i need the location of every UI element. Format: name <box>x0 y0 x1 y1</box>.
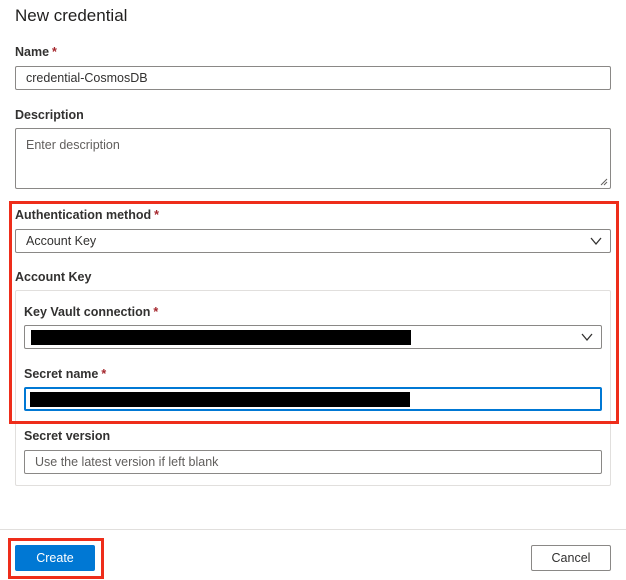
required-marker: * <box>52 45 57 59</box>
name-input-value: credential-CosmosDB <box>26 71 148 85</box>
highlight-box <box>9 201 619 424</box>
description-placeholder: Enter description <box>26 138 120 152</box>
footer-divider <box>0 529 626 530</box>
page-title: New credential <box>15 6 128 25</box>
resize-grip-icon[interactable] <box>600 178 608 186</box>
description-textarea[interactable]: Enter description <box>15 128 611 189</box>
secret-version-placeholder: Use the latest version if left blank <box>35 455 219 469</box>
secret-version-label: Secret version <box>24 429 111 443</box>
name-label-text: Name <box>15 45 50 59</box>
name-label: Name * <box>15 45 57 59</box>
new-credential-panel: New credential Name * credential-CosmosDB… <box>0 0 626 580</box>
cancel-button[interactable]: Cancel <box>531 545 611 571</box>
name-input[interactable]: credential-CosmosDB <box>15 66 611 90</box>
secret-version-input[interactable]: Use the latest version if left blank <box>24 450 602 474</box>
highlight-box <box>8 538 104 579</box>
description-label: Description <box>15 108 84 122</box>
